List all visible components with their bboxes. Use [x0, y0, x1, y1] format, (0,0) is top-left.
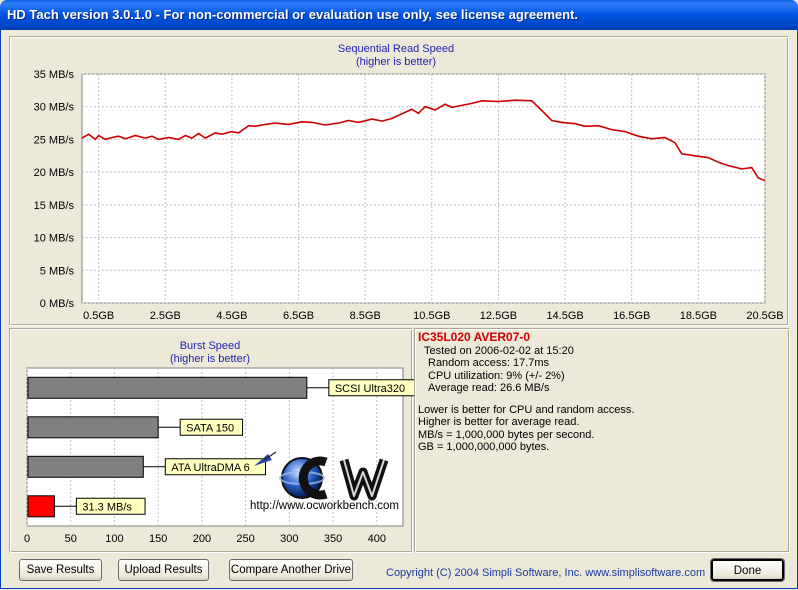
compare-drive-label: Compare Another Drive — [230, 564, 352, 576]
burst-x-tick-label: 250 — [236, 533, 254, 545]
burst-x-tick-label: 0 — [24, 533, 30, 545]
burst-x-tick-label: 100 — [105, 533, 123, 545]
copyright-text: Copyright (C) 2004 Simpli Software, Inc.… — [386, 567, 706, 579]
ocw-logo-url: http://www.ocworkbench.com — [250, 500, 399, 512]
random-access-value: Random access: 17.7ms — [428, 357, 550, 369]
burst-bar-label: SCSI Ultra320 — [335, 383, 405, 395]
burst-x-tick-label: 150 — [149, 533, 167, 545]
burst-bar-label: SATA 150 — [186, 422, 234, 434]
burst-x-tick-label: 300 — [280, 533, 298, 545]
burst-bar — [27, 495, 55, 518]
burst-chart-title: Burst Speed — [180, 340, 241, 352]
drive-model: IC35L020 AVER07-0 — [418, 330, 531, 344]
burst-bar-label: ATA UltraDMA 6 — [171, 462, 249, 474]
burst-x-tick-label: 350 — [324, 533, 342, 545]
burst-x-tick-label: 200 — [193, 533, 211, 545]
drive-info: IC35L020 AVER07-0 Tested on 2006-02-02 a… — [418, 331, 788, 454]
note-higher-better: Higher is better for average read. — [418, 416, 580, 428]
cpu-utilization-value: CPU utilization: 9% (+/- 2%) — [428, 369, 565, 382]
compare-drive-button[interactable]: Compare Another Drive — [229, 559, 353, 581]
done-button[interactable]: Done — [710, 558, 785, 582]
average-read-value: Average read: 26.6 MB/s — [428, 382, 550, 394]
burst-x-tick-label: 400 — [368, 533, 386, 545]
burst-bar-label: 31.3 MB/s — [82, 501, 132, 513]
note-lower-better: Lower is better for CPU and random acces… — [418, 403, 635, 416]
save-results-button[interactable]: Save Results — [19, 559, 102, 581]
burst-bar — [27, 376, 308, 399]
upload-results-button[interactable]: Upload Results — [118, 559, 209, 581]
note-gb-definition: GB = 1,000,000,000 bytes. — [418, 441, 550, 453]
done-label: Done — [733, 565, 762, 577]
save-results-label: Save Results — [26, 564, 95, 576]
upload-results-label: Upload Results — [124, 564, 203, 576]
burst-bar — [27, 416, 159, 439]
burst-chart-subtitle: (higher is better) — [170, 353, 250, 365]
burst-x-tick-label: 50 — [65, 533, 77, 545]
tested-date: Tested on 2006-02-02 at 15:20 — [424, 344, 574, 357]
note-mbs-definition: MB/s = 1,000,000 bytes per second. — [418, 428, 595, 441]
burst-bar — [27, 455, 144, 478]
